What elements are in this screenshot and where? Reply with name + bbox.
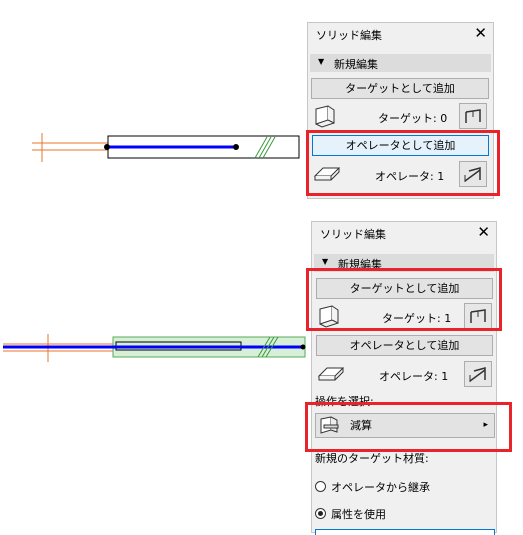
- subtract-operation-icon: [320, 416, 339, 434]
- operator-select-button[interactable]: [464, 361, 492, 387]
- collapse-triangle-icon: ▼: [318, 57, 325, 66]
- add-target-button[interactable]: ターゲットとして追加: [311, 78, 489, 99]
- wall-end-point-top[interactable]: [233, 144, 239, 150]
- collapse-triangle-icon: ▼: [322, 257, 329, 266]
- add-operator-button[interactable]: オペレータとして追加: [312, 135, 489, 156]
- target-select-icon: [465, 109, 481, 123]
- section-header-new-edit[interactable]: ▼ 新規編集: [310, 54, 491, 72]
- radio-label: オペレータから継承: [331, 481, 430, 494]
- radio-label: 属性を使用: [331, 508, 386, 521]
- operation-select[interactable]: 減算 ▸: [315, 413, 495, 438]
- wall-start-point-top[interactable]: [104, 144, 110, 150]
- close-icon[interactable]: ✕: [477, 222, 490, 242]
- close-icon[interactable]: ✕: [474, 23, 487, 43]
- wall-end-point-bottom[interactable]: [300, 344, 306, 350]
- add-operator-button[interactable]: オペレータとして追加: [316, 335, 493, 356]
- axis-marker-top: [32, 133, 108, 162]
- operator-select-icon: [464, 167, 481, 182]
- material-picker-edge[interactable]: [315, 529, 495, 535]
- radio-inherit-from-operator[interactable]: オペレータから継承: [315, 479, 485, 495]
- add-target-button[interactable]: ターゲットとして追加: [316, 278, 493, 299]
- solid-edit-panel-top: ソリッド編集 ✕ ▼ 新規編集 ターゲットとして追加 ターゲット: 0 オペレー…: [307, 22, 494, 199]
- target-element-icon: [319, 305, 339, 328]
- target-select-icon: [470, 309, 486, 323]
- operator-element-icon: [317, 367, 345, 381]
- section-header-new-edit[interactable]: ▼ 新規編集: [314, 254, 494, 272]
- panel-title: ソリッド編集: [316, 29, 382, 42]
- operation-value: 減算: [350, 419, 372, 432]
- section-title: 新規編集: [338, 258, 382, 271]
- target-element-icon: [315, 105, 335, 128]
- radio-button[interactable]: [315, 481, 326, 492]
- solid-edit-panel-bottom: ソリッド編集 ✕ ▼ 新規編集 ターゲットとして追加 ターゲット: 1 オペレー…: [311, 221, 497, 535]
- operation-header: 操作を選択:: [315, 395, 374, 408]
- target-count-label: ターゲット: 1: [382, 312, 452, 325]
- panel-title: ソリッド編集: [320, 228, 386, 241]
- material-header: 新規のターゲット材質:: [315, 452, 429, 465]
- target-select-button[interactable]: [459, 103, 487, 129]
- target-select-button[interactable]: [464, 303, 492, 329]
- operator-element-icon: [313, 167, 341, 181]
- bottom-drawing-canvas: [3, 334, 306, 362]
- operator-select-button[interactable]: [459, 161, 487, 187]
- radio-use-attribute[interactable]: 属性を使用: [315, 506, 485, 522]
- submenu-arrow-icon: ▸: [483, 420, 488, 430]
- radio-button-selected[interactable]: [315, 508, 326, 519]
- section-title: 新規編集: [334, 58, 378, 71]
- target-count-label: ターゲット: 0: [378, 112, 448, 125]
- operator-count-label: オペレータ: 1: [375, 170, 445, 183]
- top-drawing-canvas: [32, 133, 300, 162]
- operator-count-label: オペレータ: 1: [379, 370, 449, 383]
- operator-select-icon: [469, 367, 486, 382]
